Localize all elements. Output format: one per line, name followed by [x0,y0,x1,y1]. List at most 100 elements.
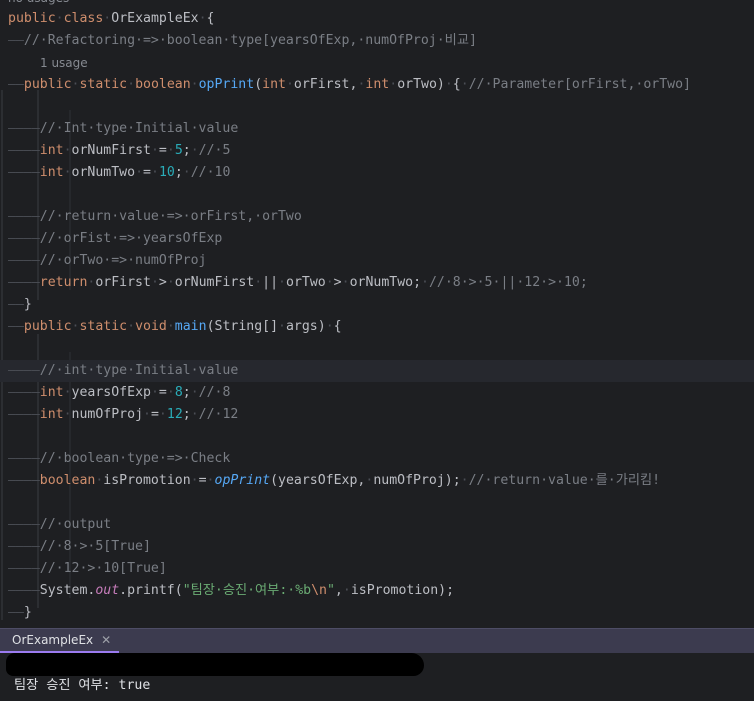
code-token: · [182,165,191,180]
code-line[interactable]: ————boolean·isPromotion·=·opPrint(yearsO… [0,470,660,492]
code-token: ; [174,165,183,180]
code-line[interactable] [0,338,8,360]
code-token: ———— [8,451,40,466]
code-token: int [262,77,286,92]
close-icon[interactable]: ✕ [101,633,111,647]
code-token: ———— [8,231,40,246]
run-console[interactable]: 팀장 승진 여부: true [0,653,754,701]
code-token: · [341,275,350,290]
code-token: orNumTwo; [349,275,422,290]
code-token: int [39,165,64,180]
code-line[interactable]: ——//·Refactoring·=>·boolean·type[yearsOf… [0,30,477,52]
run-tab[interactable]: OrExampleEx ✕ [0,629,120,653]
code-line[interactable]: ——public·static·void·main(String[]·args)… [0,316,342,338]
code-token: ———— [8,121,40,136]
code-token: > [333,275,342,290]
code-line[interactable]: ————//·int·type·Initial·value [0,360,754,382]
code-line[interactable]: ————//·orFist·=>·yearsOfExp [0,228,222,250]
code-token: //·12·>·10[True] [39,561,167,576]
code-line[interactable]: ————//·12·>·10[True] [0,558,167,580]
code-token: · [135,165,144,180]
code-line[interactable]: ——} [0,602,32,624]
code-token: \n [311,583,327,598]
code-token: (yearsOfExp, [270,473,366,488]
code-token: public [23,319,72,334]
code-token: //·orTwo·=>·numOfProj [39,253,207,268]
code-token: return [39,275,88,290]
code-token: · [325,319,334,334]
code-line[interactable]: ————//·Int·type·Initial·value [0,118,238,140]
code-token: · [55,11,64,26]
code-token: = [158,385,167,400]
code-token: "팀장·승진·여부:·%b [182,583,312,598]
code-line[interactable]: public·class·OrExampleEx·{ [0,8,215,30]
code-token: public [8,11,56,26]
code-line[interactable] [0,96,8,118]
code-token: //·12 [198,407,239,422]
code-token: —— [8,319,24,334]
code-token: · [150,275,159,290]
code-token: System. [39,583,96,598]
code-token: · [278,275,286,290]
code-token: · [460,77,469,92]
code-token: void [135,319,167,334]
code-line[interactable] [0,492,8,514]
code-line[interactable]: ————//·output [0,514,111,536]
code-token: { [452,77,461,92]
code-line[interactable]: ——} [0,294,32,316]
code-token: orTwo) [397,77,445,92]
code-token: out [95,583,120,598]
code-line[interactable]: ————//·boolean·type·=>·Check [0,448,230,470]
code-token: · [63,407,72,422]
code-line[interactable]: ————int·orNumTwo·=·10;·//·10 [0,162,230,184]
code-token: (String[] [206,319,279,334]
code-token: ; [182,143,191,158]
code-line[interactable]: ————int·orNumFirst·=·5;·//·5 [0,140,230,162]
code-token: ———— [8,209,40,224]
code-token: ———— [8,407,40,422]
code-token: · [460,473,469,488]
code-token: public [23,77,72,92]
code-editor[interactable]: no usages 1 usage public·class·OrExample… [0,0,754,628]
code-token: ———— [8,473,40,488]
code-token: args) [285,319,326,334]
code-line[interactable]: ——public·static·boolean·opPrint(int·orFi… [0,74,691,96]
code-line[interactable]: ————//·return·value·=>·orFirst,·orTwo [0,206,302,228]
code-line[interactable]: ————return·orFirst·>·orNumFirst·||·orTwo… [0,272,588,294]
code-token: || [262,275,279,290]
code-token: //·5 [198,143,231,158]
code-line[interactable]: ————int·yearsOfExp·=·8;·//·8 [0,382,230,404]
code-line[interactable] [0,184,8,206]
code-line[interactable]: ————int·numOfProj·=·12;·//·12 [0,404,238,426]
code-line[interactable]: ————//·8·>·5[True] [0,536,151,558]
code-token: —— [8,33,24,48]
code-token: · [190,407,199,422]
code-token: · [143,407,151,422]
code-token: int [39,143,64,158]
code-token: = [143,165,151,180]
code-token: ———— [8,539,40,554]
code-token: · [63,385,72,400]
code-token: boolean [135,77,191,92]
usage-hint-opprint[interactable]: 1 usage [40,53,88,73]
code-token: · [325,275,334,290]
code-token: · [342,583,351,598]
run-tab-label: OrExampleEx [12,633,94,647]
code-token: //·8·>·5·||·12·>·10; [428,275,588,290]
code-token: boolean [39,473,96,488]
code-token: · [166,275,175,290]
code-token: · [150,143,159,158]
code-token: —— [8,297,24,312]
code-line[interactable]: ————//·orTwo·=>·numOfProj [0,250,207,272]
code-line[interactable]: ————System.out.printf("팀장·승진·여부:·%b\n",·… [0,580,454,602]
code-token: ———— [8,561,40,576]
code-token: //·return·value·를·가리킴! [468,473,661,488]
code-token: //·int·type·Initial·value [39,363,239,378]
code-line[interactable] [0,426,8,448]
code-token: · [206,473,215,488]
code-token: orTwo [286,275,326,290]
code-token: orFirst, [293,77,358,92]
usage-hint-class[interactable]: no usages [8,0,69,8]
code-token: { [206,11,215,26]
code-token: = [158,143,167,158]
